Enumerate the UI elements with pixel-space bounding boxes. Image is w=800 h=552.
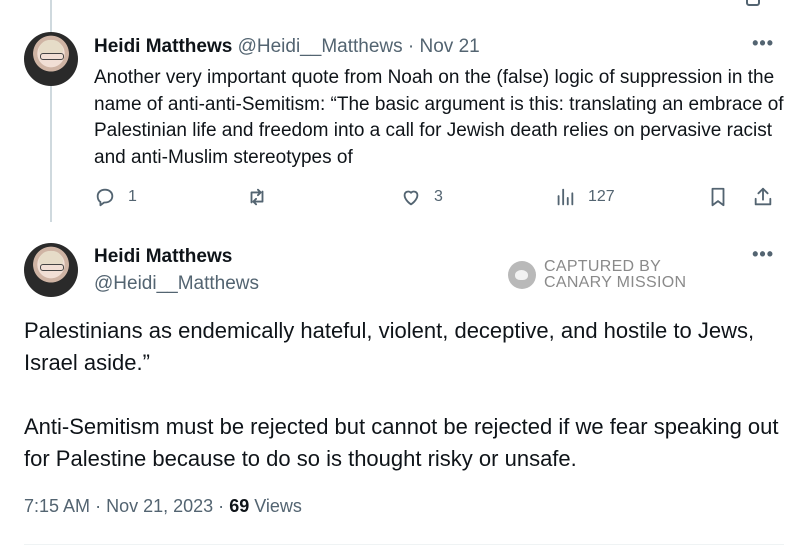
avatar[interactable] xyxy=(24,243,78,297)
like-count: 3 xyxy=(434,188,443,205)
watermark-line2: CANARY MISSION xyxy=(544,274,687,291)
tweet-date[interactable]: Nov 21 xyxy=(420,36,480,57)
views-count: 127 xyxy=(588,188,615,205)
author-handle[interactable]: @Heidi__Matthews xyxy=(94,273,259,295)
canary-logo xyxy=(508,261,536,289)
tweet-paragraph: Anti-Semitism must be rejected but canno… xyxy=(24,414,779,471)
watermark-line1: CAPTURED BY xyxy=(544,258,662,275)
tweet-meta: 7:15 AM · Nov 21, 2023 · 69 Views xyxy=(24,496,302,517)
like-button[interactable]: 3 xyxy=(400,186,443,208)
reply-icon xyxy=(96,188,114,207)
more-icon[interactable]: ••• xyxy=(752,33,774,54)
author-name[interactable]: Heidi Matthews xyxy=(94,36,232,57)
like-icon xyxy=(403,190,419,206)
tweet-date[interactable]: Nov 21, 2023 xyxy=(106,496,213,516)
separator: · xyxy=(218,496,225,516)
bookmark-button[interactable] xyxy=(707,186,729,208)
separator: · xyxy=(407,36,415,57)
more-icon[interactable]: ••• xyxy=(752,244,774,265)
views-label: Views xyxy=(254,496,302,516)
views-button[interactable]: 127 xyxy=(554,186,615,208)
avatar[interactable] xyxy=(24,32,78,86)
share-button[interactable] xyxy=(752,186,774,208)
tweet-header: Heidi Matthews @Heidi__Matthews · Nov 21 xyxy=(94,36,480,58)
reply-button[interactable]: 1 xyxy=(94,186,137,208)
retweet-icon xyxy=(250,188,264,206)
views-count: 69 xyxy=(229,496,250,516)
tweet-actions: 1 3 127 xyxy=(94,186,784,214)
divider xyxy=(24,544,784,545)
tweet-text: Palestinians as endemically hateful, vio… xyxy=(24,315,784,475)
reply-count: 1 xyxy=(128,188,137,205)
retweet-button[interactable] xyxy=(246,186,280,208)
watermark: CAPTURED BY CANARY MISSION xyxy=(508,259,686,291)
bookmark-icon xyxy=(711,187,725,207)
share-icon xyxy=(754,187,772,206)
tweet-text: Another very important quote from Noah o… xyxy=(94,67,784,168)
separator: · xyxy=(95,496,102,516)
author-name[interactable]: Heidi Matthews xyxy=(94,246,232,268)
tweet-paragraph: Palestinians as endemically hateful, vio… xyxy=(24,318,755,375)
tweet-time[interactable]: 7:15 AM xyxy=(24,496,90,516)
views-icon xyxy=(557,188,574,206)
share-icon[interactable] xyxy=(746,0,760,6)
author-handle[interactable]: @Heidi__Matthews xyxy=(238,36,403,57)
